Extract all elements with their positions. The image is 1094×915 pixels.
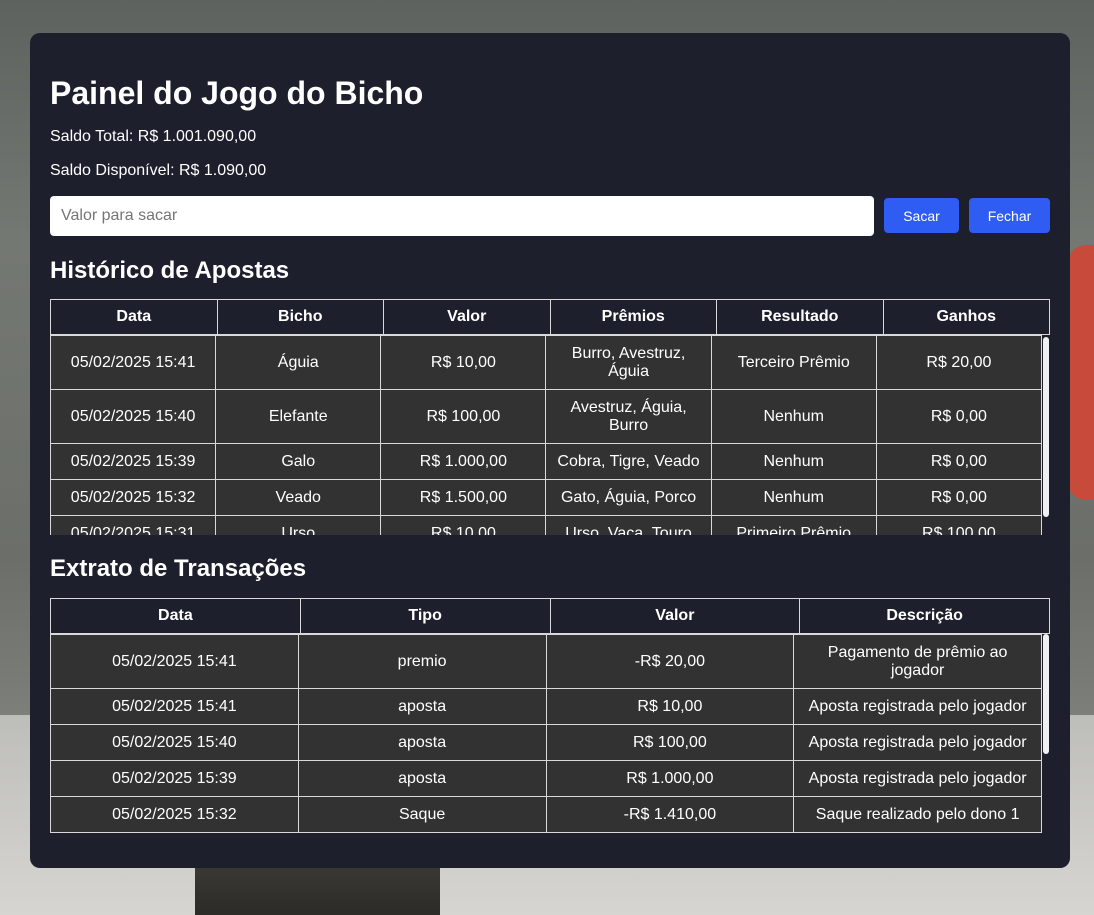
extrato-header-cell: Descrição (799, 598, 1050, 634)
historico-cell: Nenhum (710, 389, 877, 444)
extrato-cell: R$ 1.000,00 (545, 760, 795, 797)
historico-cell: Avestruz, Águia, Burro (545, 389, 712, 444)
extrato-cell: 05/02/2025 15:39 (50, 760, 299, 797)
historico-scroll-area[interactable]: 05/02/2025 15:41 Águia R$ 10,00 Burro, Aves… (50, 335, 1050, 535)
historico-header-cell: Valor (383, 299, 551, 335)
extrato-cell: 05/02/2025 15:41 (50, 634, 299, 689)
extrato-cell: 05/02/2025 15:41 (50, 688, 299, 725)
extrato-cell: aposta (297, 688, 547, 725)
historico-cell: 05/02/2025 15:41 (50, 335, 217, 390)
historico-cell: 05/02/2025 15:32 (50, 479, 217, 516)
historico-header-cell: Resultado (716, 299, 884, 335)
historico-cell: R$ 1.000,00 (380, 443, 547, 480)
extrato-cell: -R$ 1.410,00 (545, 796, 795, 833)
saldo-disponivel: Saldo Disponível: R$ 1.090,00 (50, 162, 267, 179)
historico-cell: R$ 0,00 (875, 389, 1043, 444)
extrato-title: Extrato de Transações (50, 555, 307, 582)
fechar-button[interactable]: Fechar (969, 198, 1050, 233)
historico-row: 05/02/2025 15:31 Urso R$ 10,00 Urso, Vaca, … (50, 515, 1043, 535)
historico-cell: Veado (215, 479, 382, 516)
historico-header-cell: Data (50, 299, 218, 335)
historico-row: 05/02/2025 15:32 Veado R$ 1.500,00 Gato, Ág… (50, 479, 1043, 516)
extrato-header-cell: Data (50, 598, 301, 634)
historico-cell: Primeiro Prêmio (710, 515, 877, 535)
extrato-cell: Pagamento de prêmio ao jogador (793, 634, 1042, 689)
historico-header: Data Bicho Valor Prêmios Resultado Ganhos (50, 299, 1050, 335)
historico-cell: R$ 10,00 (380, 515, 547, 535)
historico-header-cell: Ganhos (882, 299, 1050, 335)
extrato-cell: 05/02/2025 15:32 (50, 796, 299, 833)
historico-row: 05/02/2025 15:40 Elefante R$ 100,00 Avestru… (50, 389, 1043, 444)
historico-cell: Cobra, Tigre, Veado (545, 443, 712, 480)
extrato-cell: R$ 10,00 (545, 688, 795, 725)
historico-cell: 05/02/2025 15:31 (50, 515, 217, 535)
historico-cell: Burro, Avestruz, Águia (545, 335, 712, 390)
saldo-total: Saldo Total: R$ 1.001.090,00 (50, 128, 257, 145)
extrato-cell: premio (297, 634, 547, 689)
extrato-row: 05/02/2025 15:40 aposta R$ 100,00 Aposta re… (50, 724, 1042, 761)
extrato-row: 05/02/2025 15:39 aposta R$ 1.000,00 Aposta … (50, 760, 1042, 797)
extrato-cell: Aposta registrada pelo jogador (793, 724, 1042, 761)
extrato-cell: Saque realizado pelo dono 1 (793, 796, 1042, 833)
extrato-header-cell: Valor (549, 598, 801, 634)
extrato-cell: aposta (297, 724, 547, 761)
extrato-scrollbar[interactable] (1042, 634, 1050, 834)
historico-cell: Águia (215, 335, 382, 390)
extrato-scroll-thumb[interactable] (1043, 634, 1049, 754)
sacar-button[interactable]: Sacar (884, 198, 959, 233)
page-title: Painel do Jogo do Bicho (50, 75, 424, 111)
extrato-cell: 05/02/2025 15:40 (50, 724, 299, 761)
historico-cell: Urso (215, 515, 382, 535)
historico-header-cell: Prêmios (549, 299, 717, 335)
historico-cell: R$ 0,00 (875, 479, 1043, 516)
extrato-row: 05/02/2025 15:41 premio -R$ 20,00 Pagamento… (50, 634, 1042, 689)
historico-cell: Urso, Vaca, Touro (545, 515, 712, 535)
extrato-table: Data Tipo Valor Descrição 05/02/2025 15:41 p… (50, 598, 1050, 834)
jogo-do-bicho-panel: Painel do Jogo do Bicho Saldo Total: R$ … (30, 33, 1070, 868)
historico-cell: R$ 10,00 (380, 335, 547, 390)
extrato-cell: -R$ 20,00 (545, 634, 795, 689)
historico-cell: R$ 20,00 (875, 335, 1043, 390)
extrato-cell: R$ 100,00 (545, 724, 795, 761)
extrato-cell: Aposta registrada pelo jogador (793, 688, 1042, 725)
historico-scrollbar[interactable] (1042, 335, 1050, 535)
extrato-header: Data Tipo Valor Descrição (50, 598, 1050, 634)
historico-table: Data Bicho Valor Prêmios Resultado Ganhos 05/… (50, 299, 1050, 535)
historico-row: 05/02/2025 15:41 Águia R$ 10,00 Burro, Aves… (50, 335, 1043, 390)
historico-cell: R$ 100,00 (380, 389, 547, 444)
extrato-scroll-area[interactable]: 05/02/2025 15:41 premio -R$ 20,00 Pagamento… (50, 634, 1050, 834)
extrato-row: 05/02/2025 15:41 aposta R$ 10,00 Aposta reg… (50, 688, 1042, 725)
historico-header-cell: Bicho (216, 299, 384, 335)
historico-cell: Nenhum (710, 479, 877, 516)
extrato-row: 05/02/2025 15:32 Saque -R$ 1.410,00 Saque r… (50, 796, 1042, 833)
historico-cell: Nenhum (710, 443, 877, 480)
extrato-cell: Saque (297, 796, 547, 833)
extrato-header-cell: Tipo (299, 598, 551, 634)
withdraw-amount-input[interactable] (50, 196, 874, 236)
historico-cell: Gato, Águia, Porco (545, 479, 712, 516)
historico-title: Histórico de Apostas (50, 257, 290, 284)
historico-cell: 05/02/2025 15:40 (50, 389, 217, 444)
extrato-cell: aposta (297, 760, 547, 797)
historico-cell: R$ 0,00 (875, 443, 1043, 480)
historico-cell: Terceiro Prêmio (710, 335, 877, 390)
historico-cell: Elefante (215, 389, 382, 444)
historico-row: 05/02/2025 15:39 Galo R$ 1.000,00 Cobra, Ti… (50, 443, 1043, 480)
extrato-cell: Aposta registrada pelo jogador (793, 760, 1042, 797)
historico-cell: Galo (215, 443, 382, 480)
historico-scroll-thumb[interactable] (1043, 337, 1049, 517)
historico-cell: R$ 100,00 (875, 515, 1043, 535)
historico-cell: R$ 1.500,00 (380, 479, 547, 516)
historico-cell: 05/02/2025 15:39 (50, 443, 217, 480)
